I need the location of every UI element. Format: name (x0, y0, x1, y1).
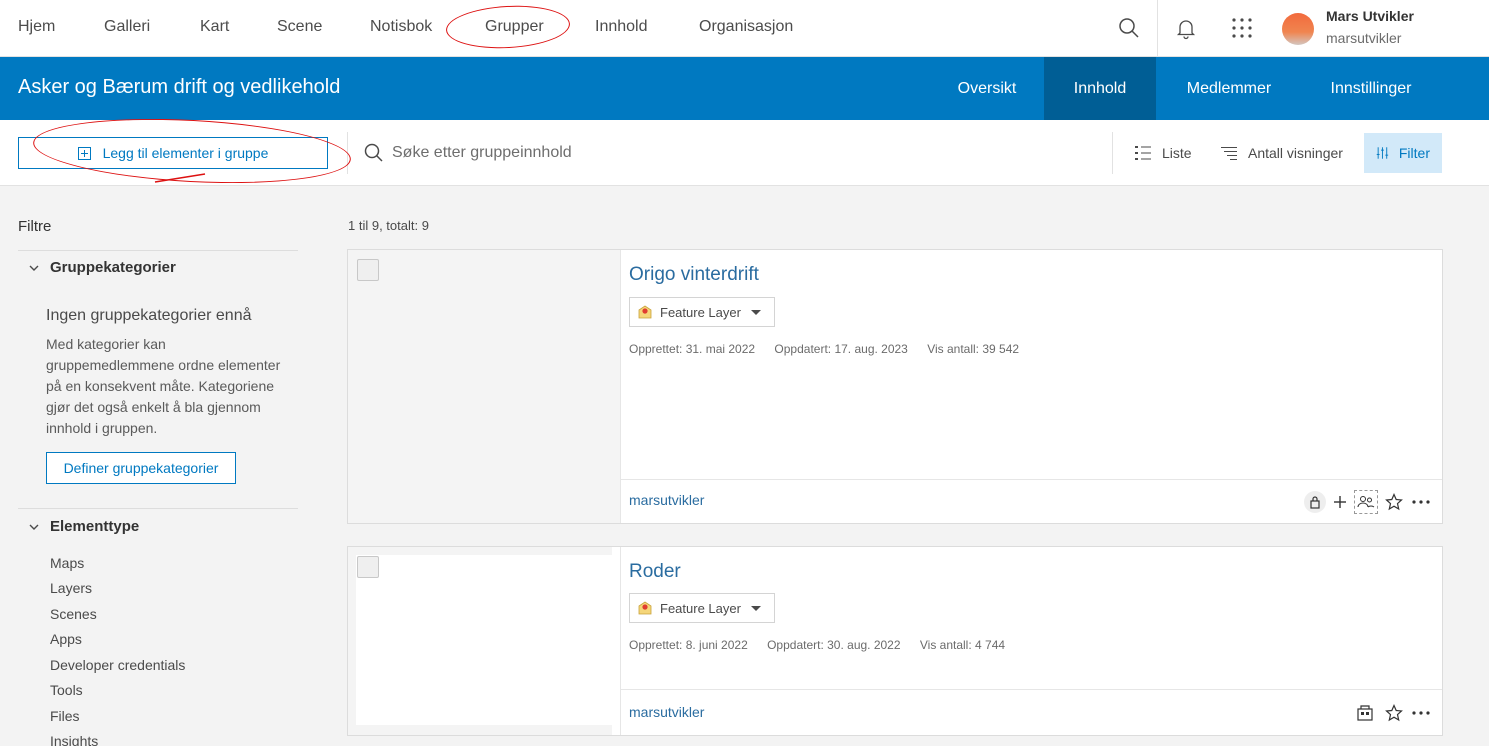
type-filter-maps[interactable]: Maps (50, 555, 84, 571)
type-filter-files[interactable]: Files (50, 708, 80, 724)
sliders-icon (1376, 147, 1389, 159)
item-title[interactable]: Roder (629, 561, 681, 583)
chevron-down-icon (29, 524, 39, 530)
select-checkbox[interactable] (357, 556, 379, 578)
tab-medlemmer[interactable]: Medlemmer (1164, 57, 1294, 120)
user-handle: marsutvikler (1326, 30, 1402, 46)
favorite-star-icon[interactable] (1383, 491, 1405, 513)
item-created: Opprettet: 31. mai 2022 (629, 342, 756, 356)
shared-lock-icon[interactable] (1304, 491, 1326, 513)
nav-galleri[interactable]: Galleri (104, 18, 150, 36)
tab-innstillinger[interactable]: Innstillinger (1312, 57, 1430, 120)
view-list-button[interactable]: Liste (1134, 133, 1192, 173)
thumbnail-image (356, 555, 612, 725)
type-filter-apps[interactable]: Apps (50, 631, 82, 647)
thumbnail-frame (348, 547, 612, 735)
select-checkbox[interactable] (357, 259, 379, 281)
group-categories-toggle[interactable]: Gruppekategorier (28, 259, 176, 276)
type-filter-scenes[interactable]: Scenes (50, 606, 97, 622)
list-icon (1135, 146, 1151, 160)
more-options-icon[interactable] (1410, 702, 1432, 724)
nav-kart[interactable]: Kart (200, 18, 229, 36)
item-type-toggle[interactable]: Elementtype (28, 518, 139, 535)
nav-divider (1157, 0, 1158, 57)
nav-organisasjon[interactable]: Organisasjon (699, 18, 793, 36)
content-card: Origo vinterdrift Feature Layer Opprette… (347, 249, 1443, 524)
view-list-label: Liste (1162, 145, 1192, 161)
type-filter-developer-credentials[interactable]: Developer credentials (50, 657, 185, 673)
type-filter-tools[interactable]: Tools (50, 682, 83, 698)
result-count: 1 til 9, totalt: 9 (348, 218, 429, 233)
item-meta: Opprettet: 8. juni 2022 Oppdatert: 30. a… (629, 638, 1021, 652)
item-type-label: Feature Layer (660, 304, 741, 320)
feature-layer-icon (638, 601, 652, 615)
app-launcher-icon[interactable] (1230, 16, 1254, 40)
sort-button[interactable]: Antall visninger (1220, 133, 1343, 173)
nav-notisbok[interactable]: Notisbok (370, 18, 432, 36)
search-icon (363, 142, 385, 169)
organization-share-icon[interactable] (1354, 702, 1376, 724)
item-thumbnail[interactable] (348, 250, 621, 523)
nav-hjem[interactable]: Hjem (18, 18, 55, 36)
favorite-star-icon[interactable] (1383, 702, 1405, 724)
categories-empty-title: Ingen gruppekategorier ennå (46, 307, 252, 324)
card-divider (621, 479, 1442, 480)
filters-title: Filtre (18, 218, 52, 235)
group-categories-heading: Gruppekategorier (50, 259, 176, 276)
content-card: Roder Feature Layer Opprettet: 8. juni 2… (347, 546, 1443, 736)
item-type-heading: Elementtype (50, 518, 140, 535)
item-type-label: Feature Layer (660, 600, 741, 616)
annotation-stroke (154, 173, 206, 183)
more-options-icon[interactable] (1410, 491, 1432, 513)
feature-layer-icon (638, 305, 652, 319)
bell-icon[interactable] (1174, 16, 1198, 40)
toolbar-divider (1112, 132, 1113, 174)
item-created: Opprettet: 8. juni 2022 (629, 638, 748, 652)
top-navigation: Hjem Galleri Kart Scene Notisbok Grupper… (0, 0, 1489, 57)
avatar[interactable] (1282, 13, 1314, 45)
type-filter-layers[interactable]: Layers (50, 580, 92, 596)
add-icon[interactable] (1329, 491, 1351, 513)
group-share-icon[interactable] (1354, 490, 1378, 514)
card-divider (621, 689, 1442, 690)
group-title: Asker og Bærum drift og vedlikehold (18, 76, 341, 98)
sort-icon (1221, 147, 1237, 160)
item-owner[interactable]: marsutvikler (629, 704, 704, 720)
user-name[interactable]: Mars Utvikler (1326, 8, 1414, 24)
type-filter-insights[interactable]: Insights (50, 733, 98, 746)
tab-innhold[interactable]: Innhold (1044, 57, 1156, 120)
caret-down-icon (750, 605, 761, 611)
define-categories-button[interactable]: Definer gruppekategorier (46, 452, 236, 484)
tab-oversikt[interactable]: Oversikt (938, 57, 1036, 120)
chevron-down-icon (29, 265, 39, 271)
item-owner[interactable]: marsutvikler (629, 492, 704, 508)
search-icon[interactable] (1117, 16, 1141, 40)
nav-innhold[interactable]: Innhold (595, 18, 648, 36)
item-type-dropdown[interactable]: Feature Layer (629, 593, 775, 623)
caret-down-icon (750, 309, 761, 315)
nav-scene[interactable]: Scene (277, 18, 322, 36)
sort-label: Antall visninger (1248, 145, 1343, 161)
group-content-search-input[interactable] (392, 140, 992, 166)
divider (18, 508, 298, 509)
group-header: Asker og Bærum drift og vedlikehold Over… (0, 57, 1489, 120)
filter-button[interactable]: Filter (1364, 133, 1442, 173)
item-meta: Opprettet: 31. mai 2022 Oppdatert: 17. a… (629, 342, 1035, 356)
categories-empty-text: Med kategorier kan gruppemedlemmene ordn… (46, 336, 281, 436)
item-title[interactable]: Origo vinterdrift (629, 264, 759, 286)
item-views: Vis antall: 4 744 (919, 638, 1006, 652)
filter-label: Filter (1398, 145, 1430, 161)
item-updated: Oppdatert: 30. aug. 2022 (767, 638, 901, 652)
item-type-dropdown[interactable]: Feature Layer (629, 297, 775, 327)
item-updated: Oppdatert: 17. aug. 2023 (774, 342, 908, 356)
item-views: Vis antall: 39 542 (927, 342, 1020, 356)
divider (18, 250, 298, 251)
